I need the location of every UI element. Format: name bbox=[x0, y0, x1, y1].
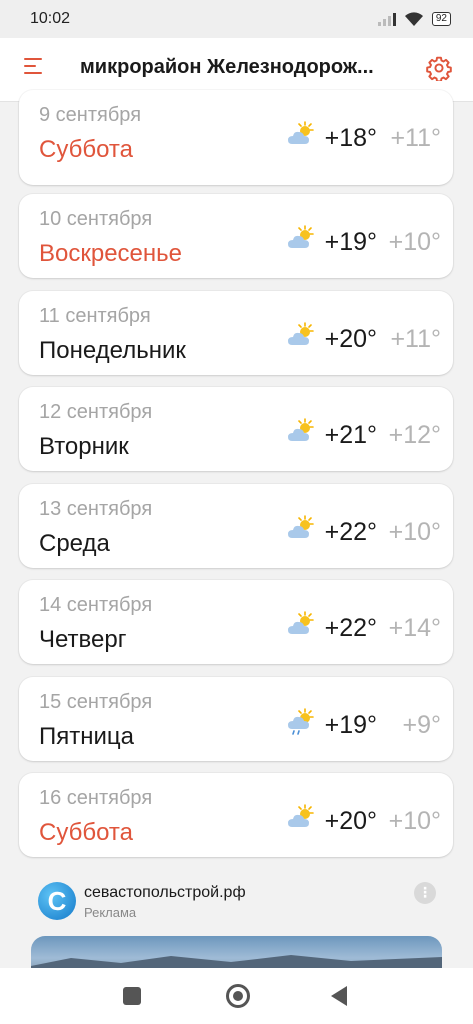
temp-day: +20° bbox=[324, 807, 377, 835]
system-nav-bar bbox=[0, 968, 473, 1024]
partly-cloudy-icon bbox=[288, 611, 314, 634]
day-name: Вторник bbox=[39, 433, 129, 460]
temp-day: +22° bbox=[324, 614, 377, 642]
ad-block[interactable]: С севастопольстрой.рф Реклама ⋮ bbox=[0, 868, 473, 976]
day-date: 15 сентября bbox=[39, 691, 153, 713]
status-bar: 10:02 92 bbox=[0, 0, 473, 38]
temp-night: +11° bbox=[390, 325, 441, 353]
day-date: 12 сентября bbox=[39, 401, 153, 423]
day-date: 14 сентября bbox=[39, 594, 153, 616]
partly-cloudy-icon bbox=[288, 418, 314, 441]
status-icons: 92 bbox=[377, 11, 451, 27]
day-card[interactable]: 13 сентября Среда +22° +10° bbox=[19, 484, 453, 568]
home-icon[interactable] bbox=[226, 984, 250, 1008]
day-name: Воскресенье bbox=[39, 240, 183, 267]
day-card[interactable]: 14 сентября Четверг +22° +14° bbox=[19, 580, 453, 664]
status-time: 10:02 bbox=[30, 10, 71, 27]
day-card[interactable]: 16 сентября Суббота +20° +10° bbox=[19, 773, 453, 857]
ad-logo[interactable]: С bbox=[38, 882, 76, 920]
temp-day: +19° bbox=[324, 711, 377, 739]
partly-cloudy-rain-icon bbox=[288, 708, 314, 735]
partly-cloudy-icon bbox=[288, 121, 314, 144]
wifi-icon bbox=[404, 12, 423, 26]
more-vertical-icon[interactable]: ⋮ bbox=[414, 882, 436, 904]
day-card[interactable]: 10 сентября Воскресенье +19° +10° bbox=[19, 194, 453, 278]
day-date: 9 сентября bbox=[39, 104, 142, 126]
partly-cloudy-icon bbox=[288, 225, 314, 248]
day-card[interactable]: 12 сентября Вторник +21° +12° bbox=[19, 387, 453, 471]
temp-night: +11° bbox=[390, 124, 441, 152]
temp-night: +12° bbox=[388, 421, 441, 449]
temp-day: +22° bbox=[324, 518, 377, 546]
partly-cloudy-icon bbox=[288, 804, 314, 827]
temp-night: +9° bbox=[402, 711, 441, 739]
temp-day: +20° bbox=[324, 325, 377, 353]
battery-icon: 92 bbox=[431, 12, 451, 26]
temp-day: +18° bbox=[324, 124, 377, 152]
day-name: Пятница bbox=[39, 723, 134, 750]
day-card[interactable]: 9 сентября Суббота +18° +11° bbox=[19, 90, 453, 185]
day-name: Суббота bbox=[39, 819, 133, 846]
day-name: Понедельник bbox=[39, 337, 186, 364]
signal-icon bbox=[377, 12, 396, 26]
day-date: 11 сентября bbox=[39, 305, 151, 327]
temp-night: +10° bbox=[388, 228, 441, 256]
day-card[interactable]: 15 сентября Пятница +19° +9° bbox=[19, 677, 453, 761]
gear-icon[interactable] bbox=[426, 55, 452, 81]
day-date: 16 сентября bbox=[39, 787, 153, 809]
ad-title[interactable]: севастопольстрой.рф bbox=[84, 884, 246, 902]
temp-day: +21° bbox=[324, 421, 377, 449]
location-title[interactable]: микрорайон Железнодорож... bbox=[80, 56, 400, 79]
temp-night: +10° bbox=[388, 518, 441, 546]
partly-cloudy-icon bbox=[288, 515, 314, 538]
ad-label: Реклама bbox=[84, 905, 137, 920]
temp-night: +10° bbox=[388, 807, 441, 835]
temp-night: +14° bbox=[388, 614, 441, 642]
day-date: 13 сентября bbox=[39, 498, 153, 520]
day-card[interactable]: 11 сентября Понедельник +20° +11° bbox=[19, 291, 453, 375]
day-name: Четверг bbox=[39, 626, 127, 653]
day-name: Суббота bbox=[39, 136, 133, 163]
recent-apps-icon[interactable] bbox=[123, 987, 141, 1005]
menu-icon[interactable] bbox=[24, 58, 46, 80]
back-icon[interactable] bbox=[331, 986, 347, 1006]
temp-day: +19° bbox=[324, 228, 377, 256]
partly-cloudy-icon bbox=[288, 322, 314, 345]
day-name: Среда bbox=[39, 530, 110, 557]
day-date: 10 сентября bbox=[39, 208, 153, 230]
